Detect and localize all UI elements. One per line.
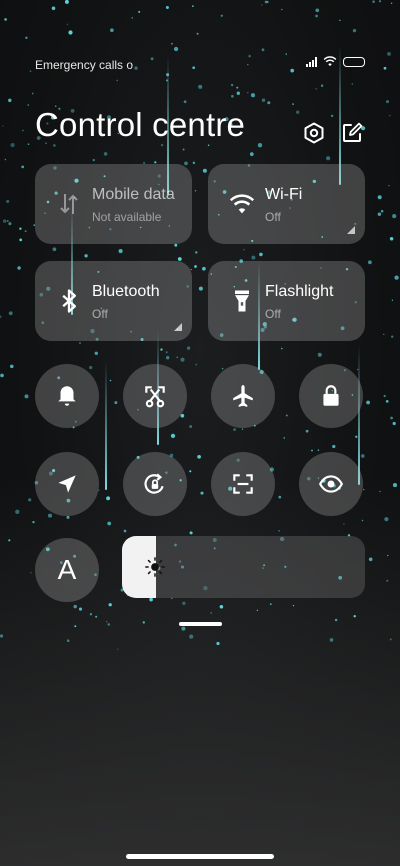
wallpaper-light-streak — [105, 360, 107, 490]
collapse-handle[interactable] — [179, 622, 222, 626]
airplane-toggle[interactable] — [211, 364, 275, 428]
mobile-data-status: Not available — [92, 210, 162, 224]
wifi-tile[interactable]: Wi-Fi Off — [208, 164, 365, 244]
airplane-icon — [233, 385, 253, 407]
flashlight-label: Flashlight — [265, 283, 334, 300]
location-toggle[interactable] — [35, 452, 99, 516]
sun-icon — [145, 557, 165, 577]
reading-mode-toggle[interactable] — [299, 452, 363, 516]
wallpaper-light-streak — [358, 345, 360, 485]
signal-icon — [306, 56, 317, 67]
scanner-toggle[interactable] — [211, 452, 275, 516]
location-arrow-icon — [58, 475, 76, 493]
expand-corner-icon — [174, 323, 182, 331]
lock-screen-toggle[interactable] — [299, 364, 363, 428]
carrier-text: Emergency calls o — [35, 58, 134, 72]
brightness-slider[interactable] — [122, 536, 365, 598]
flashlight-status: Off — [265, 307, 281, 321]
flashlight-tile[interactable]: Flashlight Off — [208, 261, 365, 341]
silent-toggle[interactable] — [35, 364, 99, 428]
page-title: Control centre — [35, 106, 246, 143]
settings-hex-icon[interactable] — [302, 121, 326, 145]
wifi-status: Off — [265, 210, 281, 224]
bluetooth-status: Off — [92, 307, 108, 321]
battery-icon — [343, 56, 365, 67]
auto-brightness-icon: A — [57, 554, 77, 585]
edit-icon[interactable] — [340, 121, 364, 145]
wifi-label: Wi-Fi — [265, 186, 303, 203]
flashlight-icon — [235, 290, 249, 312]
bluetooth-icon — [62, 289, 77, 313]
bluetooth-tile[interactable]: Bluetooth Off — [35, 261, 192, 341]
screenshot-toggle[interactable] — [123, 364, 187, 428]
mobile-data-tile[interactable]: Mobile data Not available — [35, 164, 192, 244]
expand-corner-icon — [347, 226, 355, 234]
home-indicator[interactable] — [126, 854, 274, 859]
wifi-status-icon — [323, 56, 337, 67]
wifi-icon — [229, 194, 255, 214]
bluetooth-label: Bluetooth — [92, 283, 160, 300]
screenshot-scissors-icon — [145, 386, 165, 408]
rotation-lock-toggle[interactable] — [123, 452, 187, 516]
scanner-icon — [233, 474, 253, 494]
eye-icon — [318, 475, 344, 493]
lock-icon — [323, 385, 339, 406]
mobile-data-arrows-icon — [60, 194, 78, 214]
rotation-lock-icon — [144, 473, 164, 494]
bell-icon — [58, 386, 76, 406]
status-bar: Emergency calls o — [35, 56, 365, 72]
auto-brightness-toggle[interactable]: A — [35, 538, 99, 602]
mobile-data-label: Mobile data — [92, 186, 175, 203]
